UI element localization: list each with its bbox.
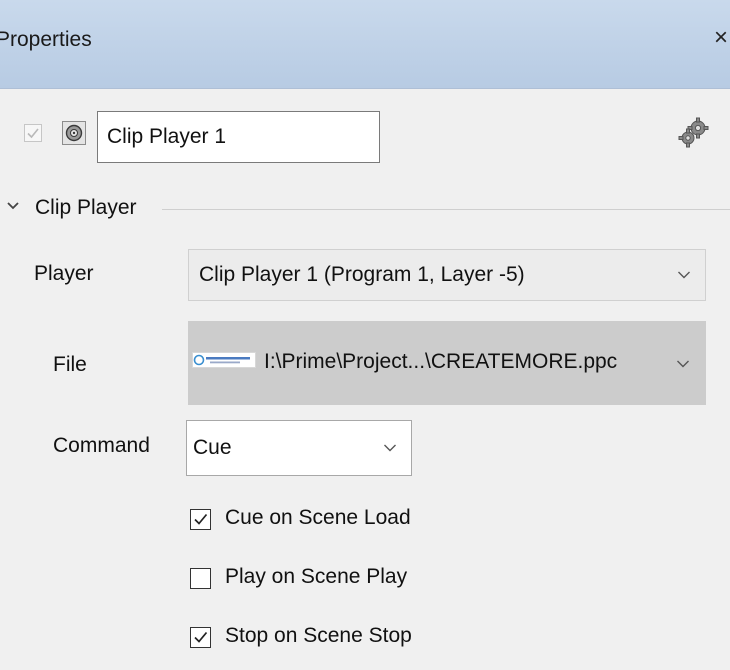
player-label: Player	[34, 262, 94, 285]
section-divider	[162, 209, 730, 210]
checkmark-icon	[194, 631, 208, 643]
chevron-down-icon	[678, 271, 690, 279]
clip-player-icon	[62, 121, 86, 145]
section-title: Clip Player	[35, 196, 137, 219]
play-on-scene-play-checkbox[interactable]	[190, 568, 211, 589]
clip-player-section-header[interactable]: Clip Player	[0, 194, 730, 224]
file-value: I:\Prime\Project...\CREATEMORE.ppc	[264, 350, 618, 373]
player-value: Clip Player 1 (Program 1, Layer -5)	[199, 263, 525, 286]
command-dropdown[interactable]: Cue	[186, 420, 412, 476]
file-label: File	[53, 353, 87, 376]
cue-on-scene-load-label: Cue on Scene Load	[225, 506, 411, 529]
command-label: Command	[53, 434, 150, 457]
panel-title: Properties	[0, 28, 92, 51]
close-icon[interactable]: ×	[714, 26, 728, 50]
chevron-down-icon	[677, 360, 689, 368]
checkmark-icon	[27, 128, 39, 139]
cue-on-scene-load-checkbox[interactable]	[190, 509, 211, 530]
createmore-logo-thumbnail	[192, 352, 256, 368]
gears-icon[interactable]	[677, 116, 711, 150]
play-on-scene-play-label: Play on Scene Play	[225, 565, 408, 588]
object-name-input[interactable]	[97, 111, 380, 163]
enable-checkbox[interactable]	[24, 124, 42, 142]
stop-on-scene-stop-label: Stop on Scene Stop	[225, 624, 412, 647]
checkmark-icon	[194, 513, 208, 525]
file-dropdown[interactable]: I:\Prime\Project...\CREATEMORE.ppc	[188, 321, 706, 405]
chevron-down-icon[interactable]	[6, 201, 20, 211]
stop-on-scene-stop-checkbox[interactable]	[190, 627, 211, 648]
chevron-down-icon	[384, 444, 396, 452]
command-value: Cue	[193, 436, 232, 459]
player-dropdown[interactable]: Clip Player 1 (Program 1, Layer -5)	[188, 249, 706, 301]
panel-title-bar: Properties ×	[0, 0, 730, 89]
